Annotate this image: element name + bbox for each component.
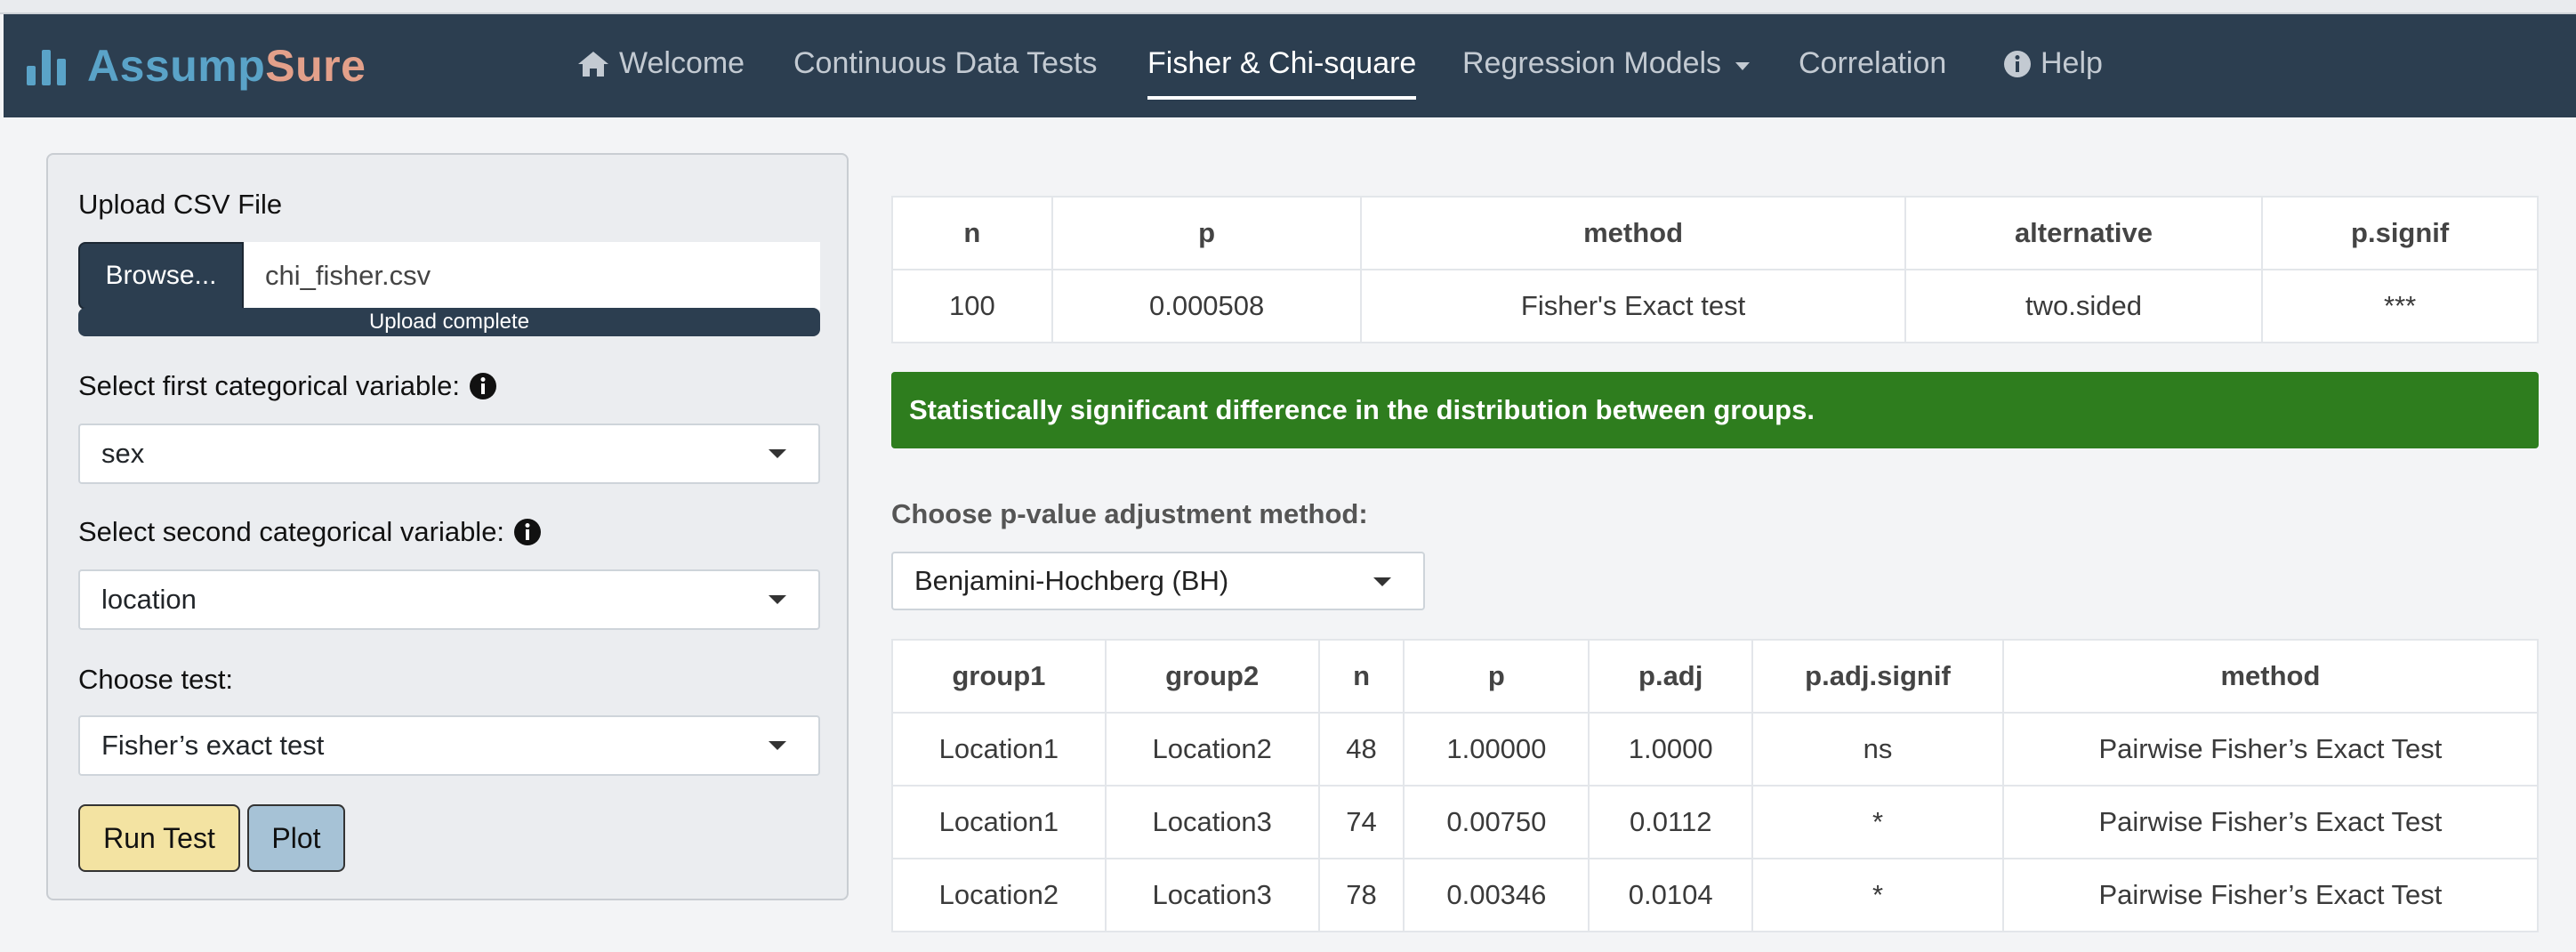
table-cell: Pairwise Fisher’s Exact Test: [2001, 712, 2540, 787]
table-cell: Location1: [891, 712, 1107, 787]
table-cell: 0.0104: [1588, 858, 1754, 932]
table-cell: Pairwise Fisher’s Exact Test: [2001, 858, 2540, 932]
info-icon[interactable]: [513, 518, 542, 546]
significance-alert: Statistically significant difference in …: [891, 372, 2539, 448]
nav-help[interactable]: Help: [2003, 46, 2103, 110]
file-name-field[interactable]: chi_fisher.csv: [244, 242, 820, 310]
column-header: method: [1360, 196, 1906, 270]
var1-label-text: Select first categorical variable:: [78, 370, 461, 401]
adjustment-label: Choose p-value adjustment method:: [891, 498, 1368, 529]
dropdown-arrow-icon: [769, 595, 786, 604]
column-header: group1: [891, 639, 1107, 714]
table-cell: ns: [1751, 712, 2004, 787]
run-test-button[interactable]: Run Test: [78, 804, 240, 872]
table-cell: Location3: [1104, 785, 1320, 859]
table-cell: 74: [1317, 785, 1405, 859]
nav-regression-label: Regression Models: [1462, 46, 1722, 80]
result-table: n p method alternative p.signif 100 0.00…: [891, 196, 2539, 343]
table-cell: 78: [1317, 858, 1405, 932]
table-cell: *: [1751, 785, 2004, 859]
table-cell: 48: [1317, 712, 1405, 787]
brand-name-part2: Sure: [265, 41, 366, 91]
browse-button[interactable]: Browse...: [78, 242, 244, 310]
brand-name-part1: Assump: [87, 41, 266, 91]
table-cell: 1.0000: [1588, 712, 1754, 787]
column-header: n: [891, 196, 1053, 270]
upload-label: Upload CSV File: [78, 189, 283, 220]
column-header: method: [2001, 639, 2540, 714]
nav-fisher-label: Fisher & Chi-square: [1147, 46, 1417, 80]
info-icon[interactable]: [469, 372, 497, 400]
table-cell: ***: [2261, 269, 2539, 343]
column-header: p: [1403, 639, 1590, 714]
column-header: p.adj: [1588, 639, 1754, 714]
column-header: alternative: [1904, 196, 2264, 270]
adjustment-select[interactable]: Benjamini-Hochberg (BH): [891, 552, 1425, 610]
nav-welcome-label: Welcome: [619, 46, 745, 80]
table-cell: 0.00750: [1403, 785, 1590, 859]
sidebar-panel: Upload CSV File Browse... chi_fisher.csv…: [46, 153, 849, 900]
nav-continuous-data-tests[interactable]: Continuous Data Tests: [793, 46, 1097, 110]
test-select-value: Fisher’s exact test: [101, 730, 325, 761]
table-cell: Location1: [891, 785, 1107, 859]
table-cell: 100: [891, 269, 1053, 343]
bar-chart-icon: [27, 50, 66, 85]
var2-select[interactable]: location: [78, 569, 820, 630]
column-header: p: [1051, 196, 1363, 270]
browser-top-edge: [0, 0, 2576, 14]
dropdown-arrow-icon: [769, 449, 786, 458]
table-cell: Location2: [891, 858, 1107, 932]
upload-progress-bar: Upload complete: [78, 308, 820, 336]
table-cell: two.sided: [1904, 269, 2264, 343]
nav-regression-models[interactable]: Regression Models: [1462, 46, 1751, 110]
column-header: n: [1317, 639, 1405, 714]
nav-fisher-chi-square[interactable]: Fisher & Chi-square: [1147, 46, 1417, 110]
home-icon: [578, 52, 608, 77]
test-label: Choose test:: [78, 664, 234, 695]
var1-select-value: sex: [101, 438, 145, 469]
info-circle-icon: [2004, 51, 2031, 77]
table-cell: Location2: [1104, 712, 1320, 787]
column-header: group2: [1104, 639, 1320, 714]
file-input[interactable]: Browse... chi_fisher.csv: [78, 242, 820, 310]
plot-button[interactable]: Plot: [247, 804, 345, 872]
table-row: Location1 Location3 74 0.00750 0.0112 * …: [891, 785, 2540, 859]
column-header: p.signif: [2261, 196, 2539, 270]
table-cell: 0.000508: [1051, 269, 1363, 343]
var2-select-value: location: [101, 584, 197, 615]
table-cell: Fisher's Exact test: [1360, 269, 1906, 343]
table-row: 100 0.000508 Fisher's Exact test two.sid…: [891, 269, 2539, 343]
result-table-header: n p method alternative p.signif: [891, 196, 2539, 270]
adjustment-select-value: Benjamini-Hochberg (BH): [914, 565, 1229, 596]
table-row: Location2 Location3 78 0.00346 0.0104 * …: [891, 858, 2540, 932]
table-cell: 0.00346: [1403, 858, 1590, 932]
brand[interactable]: AssumpSure: [25, 39, 366, 93]
var2-label: Select second categorical variable:: [78, 516, 542, 548]
nav-correlation-label: Correlation: [1799, 46, 1947, 80]
caret-down-icon: [1735, 62, 1751, 70]
dropdown-arrow-icon: [769, 741, 786, 750]
table-cell: 0.0112: [1588, 785, 1754, 859]
navbar: AssumpSure Welcome Continuous Data Tests…: [4, 14, 2576, 117]
table-cell: Location3: [1104, 858, 1320, 932]
table-cell: 1.00000: [1403, 712, 1590, 787]
var1-select[interactable]: sex: [78, 424, 820, 484]
pairwise-table-header: group1 group2 n p p.adj p.adj.signif met…: [891, 639, 2540, 714]
table-cell: Pairwise Fisher’s Exact Test: [2001, 785, 2540, 859]
nav-continuous-label: Continuous Data Tests: [793, 46, 1098, 80]
nav-help-label: Help: [2041, 46, 2103, 80]
table-row: Location1 Location2 48 1.00000 1.0000 ns…: [891, 712, 2540, 787]
test-select[interactable]: Fisher’s exact test: [78, 715, 820, 776]
pairwise-table: group1 group2 n p p.adj p.adj.signif met…: [891, 639, 2540, 932]
table-cell: *: [1751, 858, 2004, 932]
var2-label-text: Select second categorical variable:: [78, 516, 505, 547]
var1-label: Select first categorical variable:: [78, 370, 497, 402]
nav-correlation[interactable]: Correlation: [1799, 46, 1946, 110]
column-header: p.adj.signif: [1751, 639, 2004, 714]
dropdown-arrow-icon: [1373, 577, 1391, 586]
upload-status: Upload complete: [368, 310, 530, 334]
nav-welcome[interactable]: Welcome: [576, 46, 745, 110]
